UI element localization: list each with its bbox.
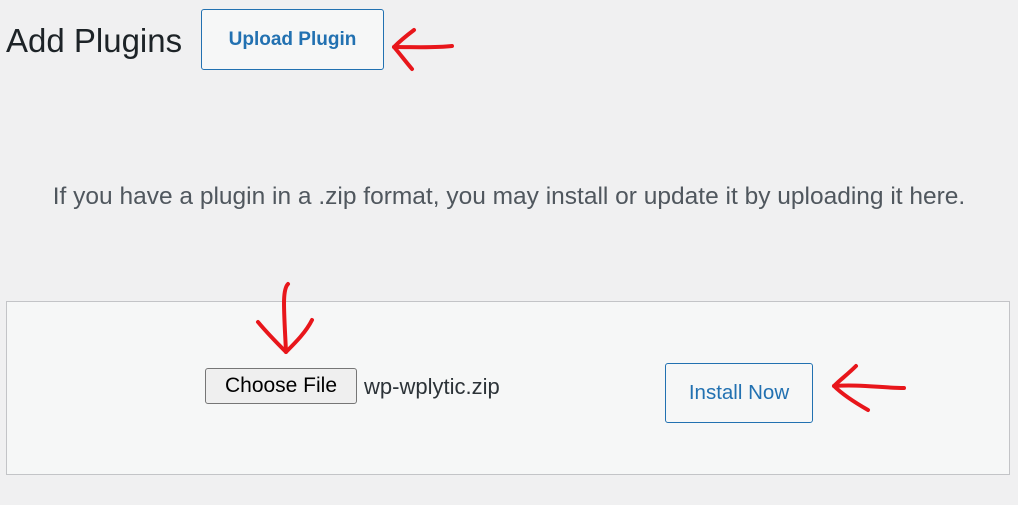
add-plugins-page: Add Plugins Upload Plugin If you have a … — [0, 0, 1018, 505]
selected-file-name: wp-wplytic.zip — [364, 374, 500, 399]
choose-file-button[interactable]: Choose File — [205, 368, 357, 404]
page-title: Add Plugins — [6, 22, 183, 59]
annotation-arrow-left-icon — [392, 28, 454, 71]
install-now-button[interactable]: Install Now — [665, 363, 813, 423]
annotation-arrow-left-icon — [832, 364, 906, 412]
upload-plugin-button[interactable]: Upload Plugin — [201, 9, 384, 70]
annotation-arrow-down-icon — [256, 282, 314, 354]
upload-instructions: If you have a plugin in a .zip format, y… — [52, 183, 966, 210]
